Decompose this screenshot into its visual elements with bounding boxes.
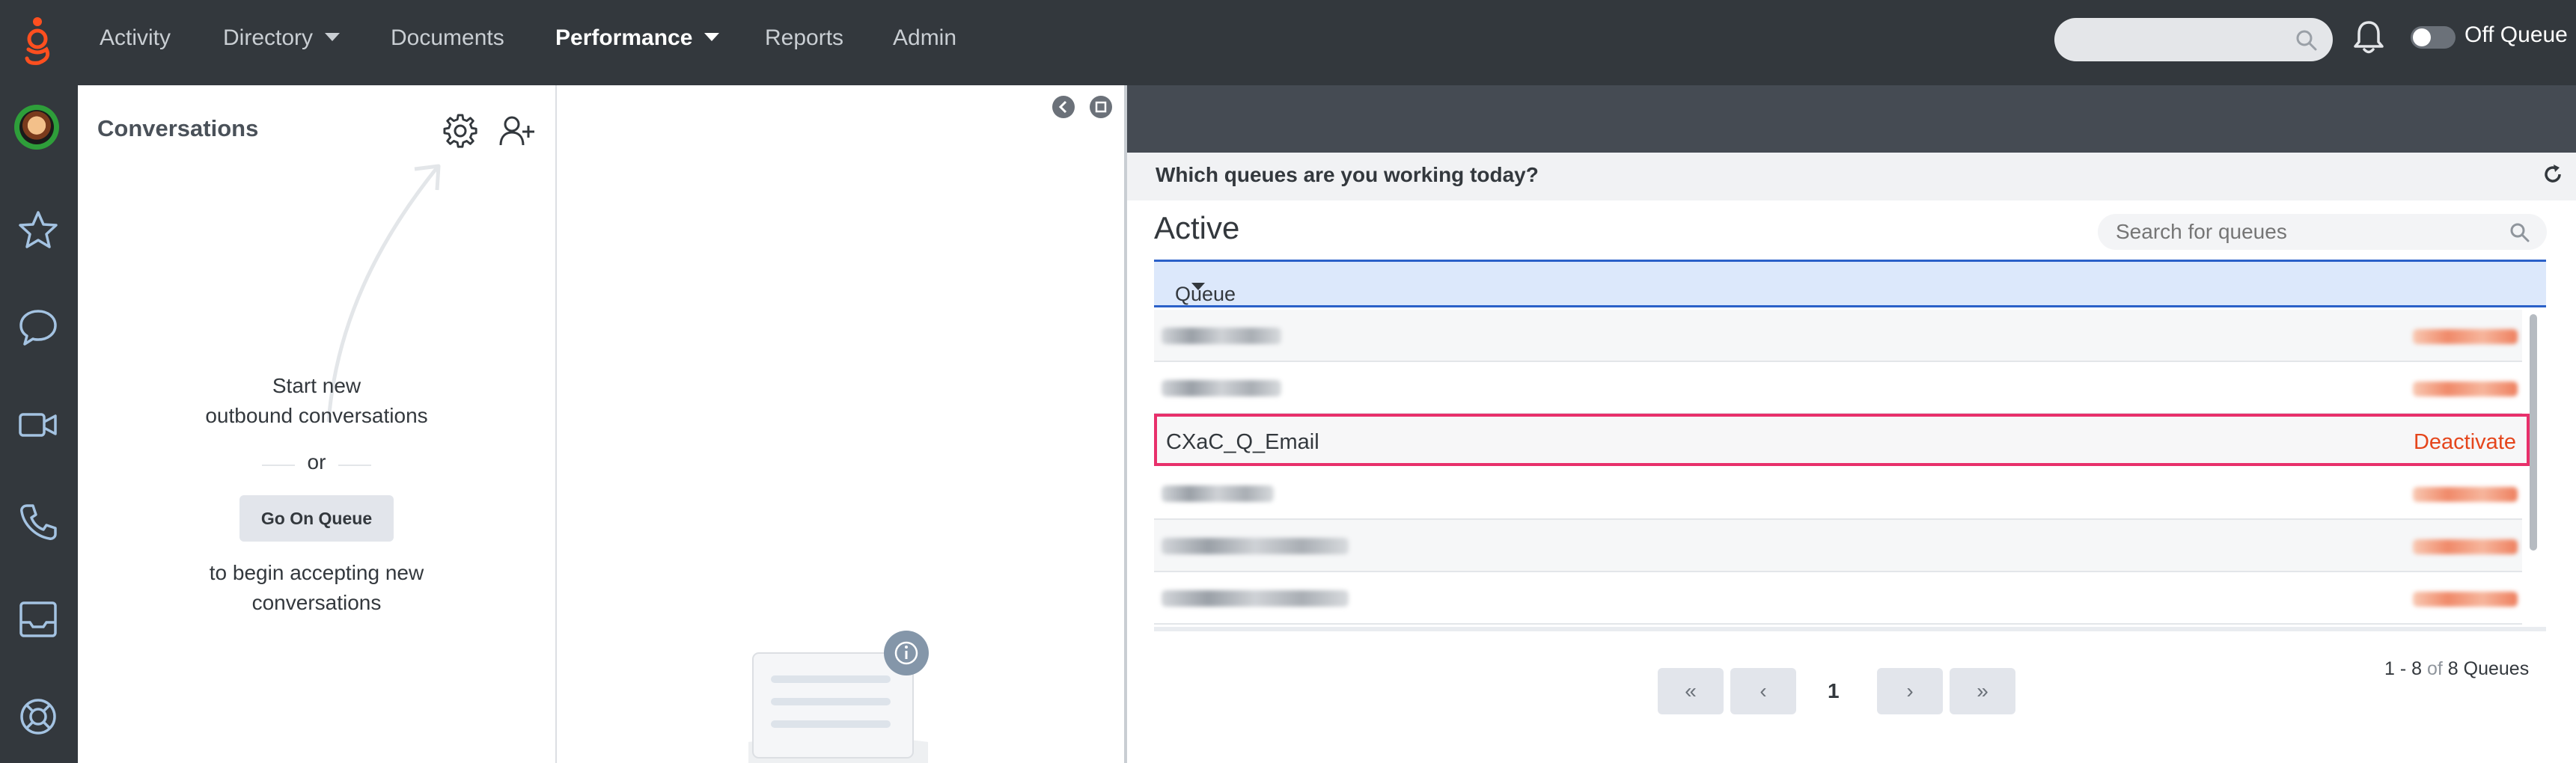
- sort-caret-icon: [1191, 283, 1205, 290]
- search-icon: [2296, 30, 2317, 51]
- redacted-queue-name: [1162, 538, 1349, 554]
- queue-toggle[interactable]: [2411, 26, 2456, 49]
- top-nav-bar: Activity Directory Documents Performance…: [0, 0, 2576, 85]
- table-row-highlighted: CXaC_Q_Email Deactivate: [1154, 414, 2530, 466]
- hint-begin-accepting: to begin accepting new: [209, 561, 424, 584]
- queue-search-input[interactable]: [2098, 214, 2547, 250]
- redacted-queue-name: [1162, 485, 1274, 502]
- hint-outbound: outbound conversations: [205, 404, 428, 427]
- global-search-input[interactable]: [2054, 18, 2333, 61]
- refresh-icon[interactable]: [2542, 163, 2564, 186]
- inbox-icon[interactable]: [16, 598, 60, 640]
- genesys-logo[interactable]: [21, 16, 57, 66]
- queue-question: Which queues are you working today?: [1156, 163, 1539, 186]
- chevron-down-icon: [325, 32, 341, 41]
- gear-icon[interactable]: [443, 114, 477, 148]
- redacted-queue-name: [1162, 328, 1281, 344]
- redacted-queue-name: [1162, 380, 1281, 396]
- table-row: [1154, 520, 2522, 572]
- star-icon[interactable]: [16, 209, 60, 251]
- section-title-active: Active: [1154, 210, 1240, 245]
- search-icon: [2510, 223, 2530, 242]
- table-row: [1154, 468, 2522, 520]
- phone-icon[interactable]: [16, 501, 60, 543]
- hint-conversations: conversations: [251, 591, 382, 614]
- popout-icon[interactable]: [1090, 96, 1112, 118]
- go-on-queue-button[interactable]: Go On Queue: [239, 495, 394, 542]
- pagination-summary: 1 - 8 of 8 Queues: [2384, 658, 2530, 679]
- collapse-left-icon[interactable]: [1052, 96, 1075, 118]
- video-icon[interactable]: [16, 404, 60, 446]
- redacted-action[interactable]: [2413, 329, 2518, 344]
- chat-icon[interactable]: [16, 307, 60, 349]
- pagination-prev-button[interactable]: ‹: [1730, 668, 1796, 714]
- divider-line: [338, 465, 371, 466]
- nav-performance[interactable]: Performance: [555, 0, 720, 76]
- hint-start-new: Start new: [272, 374, 361, 397]
- pagination-current-page[interactable]: 1: [1828, 679, 1840, 703]
- queue-name: CXaC_Q_Email: [1166, 430, 1319, 454]
- redacted-queue-name: [1162, 590, 1349, 607]
- info-icon: [884, 631, 929, 675]
- table-row: [1154, 362, 2522, 414]
- queue-toggle-label: Off Queue: [2464, 22, 2568, 47]
- conversations-panel: Conversations Start new outbound convers…: [78, 85, 557, 763]
- avatar[interactable]: [14, 105, 59, 150]
- nav-activity[interactable]: Activity: [100, 0, 171, 76]
- pagination-first-button[interactable]: «: [1658, 668, 1724, 714]
- hint-or: or: [307, 450, 326, 474]
- queue-column-header[interactable]: Queue: [1154, 260, 2546, 307]
- nav-admin[interactable]: Admin: [893, 0, 956, 76]
- conversations-title: Conversations: [97, 115, 259, 141]
- help-icon[interactable]: [16, 696, 60, 738]
- pagination-next-button[interactable]: ›: [1877, 668, 1943, 714]
- redacted-action[interactable]: [2413, 592, 2518, 607]
- list-bottom-edge: [1154, 627, 2546, 631]
- deactivate-button[interactable]: Deactivate: [2414, 430, 2516, 455]
- redacted-action[interactable]: [2413, 382, 2518, 396]
- nav-reports[interactable]: Reports: [765, 0, 843, 76]
- redacted-action[interactable]: [2413, 487, 2518, 502]
- notifications-bell-icon[interactable]: [2352, 19, 2385, 55]
- nav-directory[interactable]: Directory: [223, 0, 341, 76]
- add-user-icon[interactable]: [498, 114, 536, 148]
- chevron-down-icon: [704, 32, 720, 41]
- table-row: [1154, 572, 2522, 625]
- redacted-action[interactable]: [2413, 539, 2518, 554]
- panel-header-strip: [1127, 85, 2576, 153]
- table-row: [1154, 310, 2522, 362]
- nav-documents[interactable]: Documents: [391, 0, 504, 76]
- pagination-last-button[interactable]: »: [1950, 668, 2015, 714]
- list-scrollbar[interactable]: [2530, 314, 2537, 551]
